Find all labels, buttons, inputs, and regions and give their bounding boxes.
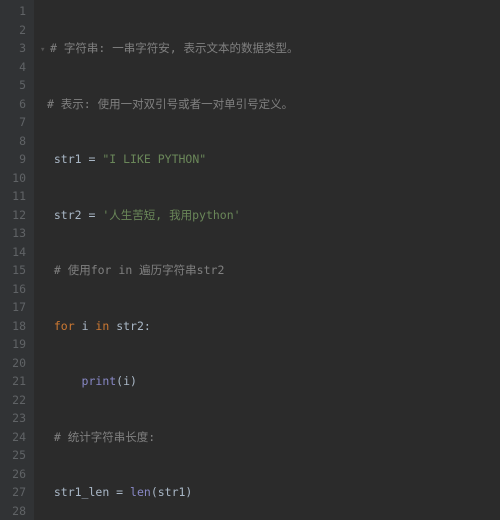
line-number: 26 bbox=[6, 465, 26, 484]
line-number: 4 bbox=[6, 58, 26, 77]
line-number: 6 bbox=[6, 95, 26, 114]
line-number: 25 bbox=[6, 446, 26, 465]
line-number: 28 bbox=[6, 502, 26, 520]
line-number: 11 bbox=[6, 187, 26, 206]
line-number: 7 bbox=[6, 113, 26, 132]
line-number: 12 bbox=[6, 206, 26, 225]
line-number: 19 bbox=[6, 335, 26, 354]
line-number: 5 bbox=[6, 76, 26, 95]
code-area[interactable]: ▾# 字符串: 一串字符安, 表示文本的数据类型。 # 表示: 使用一对双引号或… bbox=[34, 0, 401, 520]
code-line[interactable]: str1 = "I LIKE PYTHON" bbox=[40, 150, 401, 169]
code-line[interactable]: for i in str2: bbox=[40, 317, 401, 336]
line-number: 20 bbox=[6, 354, 26, 373]
line-number: 9 bbox=[6, 150, 26, 169]
code-editor[interactable]: 1 2 3 4 5 6 7 8 9 10 11 12 13 14 15 16 1… bbox=[0, 0, 500, 520]
line-number: 16 bbox=[6, 280, 26, 299]
code-line[interactable]: ▾# 字符串: 一串字符安, 表示文本的数据类型。 bbox=[40, 39, 401, 58]
code-line[interactable]: # 使用for in 遍历字符串str2 bbox=[40, 261, 401, 280]
line-number: 3 bbox=[6, 39, 26, 58]
code-line[interactable]: # 表示: 使用一对双引号或者一对单引号定义。 bbox=[40, 95, 401, 114]
line-number: 24 bbox=[6, 428, 26, 447]
line-number: 22 bbox=[6, 391, 26, 410]
line-number: 23 bbox=[6, 409, 26, 428]
code-line[interactable]: print(i) bbox=[40, 372, 401, 391]
line-number: 1 bbox=[6, 2, 26, 21]
line-number: 14 bbox=[6, 243, 26, 262]
line-number-gutter: 1 2 3 4 5 6 7 8 9 10 11 12 13 14 15 16 1… bbox=[0, 0, 34, 520]
line-number: 15 bbox=[6, 261, 26, 280]
line-number: 2 bbox=[6, 21, 26, 40]
code-line[interactable]: # 统计字符串长度: bbox=[40, 428, 401, 447]
line-number: 13 bbox=[6, 224, 26, 243]
line-number: 10 bbox=[6, 169, 26, 188]
code-line[interactable]: str1_len = len(str1) bbox=[40, 483, 401, 502]
code-line[interactable]: str2 = '人生苦短, 我用python' bbox=[40, 206, 401, 225]
line-number: 17 bbox=[6, 298, 26, 317]
fold-icon[interactable]: ▾ bbox=[40, 41, 50, 60]
line-number: 18 bbox=[6, 317, 26, 336]
line-number: 8 bbox=[6, 132, 26, 151]
line-number: 21 bbox=[6, 372, 26, 391]
line-number: 27 bbox=[6, 483, 26, 502]
